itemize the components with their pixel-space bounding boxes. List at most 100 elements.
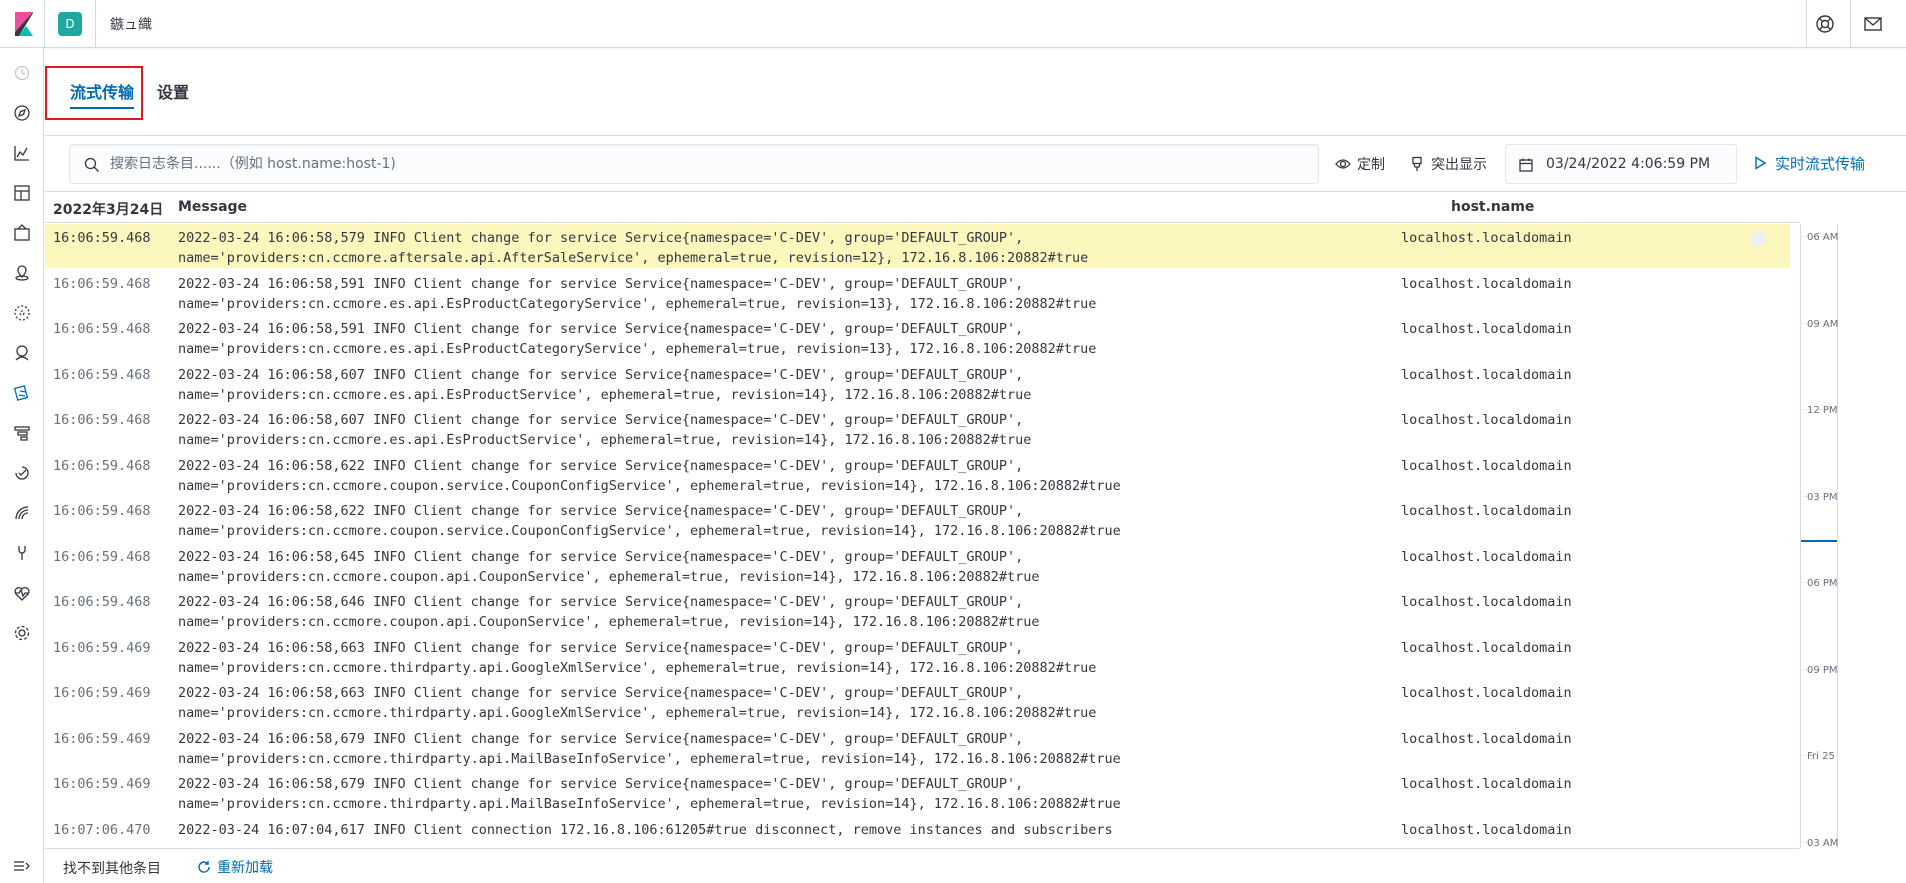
log-row[interactable]: 16:06:59.468 2022-03-24 16:06:58,622 INFO…: [45, 497, 1790, 541]
no-more-entries-label: 找不到其他条目: [63, 861, 161, 877]
column-date: 2022年3月24日: [53, 202, 164, 218]
header-divider: [44, 0, 45, 48]
collapse-nav-icon[interactable]: [12, 858, 32, 874]
highlight-button[interactable]: 突出显示: [1409, 151, 1487, 177]
column-message: Message: [178, 199, 248, 215]
log-host: localhost.localdomain: [1401, 594, 1572, 610]
row-action-button[interactable]: [1751, 232, 1765, 246]
ml-icon[interactable]: [12, 303, 32, 323]
tab-bar: 流式传输 设置: [45, 48, 1906, 136]
reload-button[interactable]: 重新加载: [197, 857, 273, 877]
log-host: localhost.localdomain: [1401, 639, 1572, 656]
minimap-time-label: 12 PM: [1807, 405, 1838, 416]
mail-icon[interactable]: [1862, 13, 1884, 35]
log-message: 2022-03-24 16:06:58,646 INFO Client chan…: [178, 594, 1040, 630]
log-host: localhost.localdomain: [1401, 366, 1572, 383]
log-row[interactable]: 16:06:59.469 2022-03-24 16:06:58,679 INFO…: [45, 770, 1790, 814]
dashboard-icon[interactable]: [12, 183, 32, 203]
siem-icon[interactable]: [12, 503, 32, 523]
log-message: 2022-03-24 16:06:58,679 INFO Client chan…: [178, 776, 1121, 812]
customize-button[interactable]: 定制: [1335, 151, 1385, 177]
uptime-icon[interactable]: [12, 463, 32, 483]
log-message: 2022-03-24 16:06:58,607 INFO Client chan…: [178, 366, 1032, 403]
log-row[interactable]: 16:06:59.468 2022-03-24 16:06:58,591 INFO…: [45, 270, 1790, 314]
log-minimap[interactable]: 06 AM 09 AM 12 PM 03 PM 06 PM 09 PM Fri 25 03 A…: [1800, 224, 1906, 849]
log-row[interactable]: 16:06:59.469 2022-03-24 16:06:58,679 INFO…: [45, 725, 1790, 769]
log-timestamp: 16:06:59.469: [53, 730, 151, 747]
minimap-time-label: 06 AM: [1807, 232, 1839, 243]
dev-tools-icon[interactable]: [12, 543, 32, 563]
log-timestamp: 16:06:59.468: [53, 548, 151, 565]
management-gear-icon[interactable]: [12, 623, 32, 643]
log-host: localhost.localdomain: [1401, 230, 1572, 246]
search-box: [69, 144, 1319, 184]
log-host: localhost.localdomain: [1401, 548, 1572, 565]
date-picker[interactable]: 03/24/2022 4:06:59 PM: [1505, 144, 1737, 184]
log-host: localhost.localdomain: [1401, 321, 1572, 337]
stream-live-button[interactable]: 实时流式传输: [1753, 149, 1865, 177]
logs-icon[interactable]: [12, 383, 32, 403]
column-host: host.name: [1451, 199, 1535, 215]
log-message: 2022-03-24 16:06:58,591 INFO Client chan…: [178, 321, 1097, 357]
breadcrumb[interactable]: 鏃ュ織: [110, 14, 152, 34]
log-stream[interactable]: 16:06:59.468 2022-03-24 16:06:58,579 INFO…: [45, 224, 1800, 848]
date-value: 03/24/2022 4:06:59 PM: [1546, 156, 1711, 172]
kibana-logo-icon[interactable]: [12, 12, 36, 36]
log-row[interactable]: 16:06:59.468 2022-03-24 16:06:58,591 INFO…: [45, 315, 1790, 359]
maps-icon[interactable]: [12, 263, 32, 283]
log-toolbar: 定制 突出显示 03/24/2022 4:06:59 PM 实时流式传输: [45, 137, 1906, 192]
reload-label: 重新加载: [217, 860, 273, 876]
log-message: 2022-03-24 16:06:58,607 INFO Client chan…: [178, 412, 1032, 448]
highlighter-icon: [1412, 156, 1422, 171]
customize-label: 定制: [1357, 157, 1385, 173]
annotation-highlight-box: [45, 66, 143, 120]
log-row[interactable]: 16:06:59.468 2022-03-24 16:06:58,579 INFO…: [45, 224, 1790, 268]
side-nav: [0, 48, 44, 883]
log-message: 2022-03-24 16:06:58,622 INFO Client chan…: [178, 503, 1121, 539]
refresh-icon: [198, 861, 210, 873]
monitoring-heart-icon[interactable]: [12, 583, 32, 603]
search-input[interactable]: [110, 145, 1310, 183]
log-timestamp: 16:06:59.468: [53, 594, 151, 610]
log-timestamp: 16:06:59.468: [53, 457, 151, 474]
log-host: localhost.localdomain: [1401, 412, 1572, 428]
log-timestamp: 16:06:59.468: [53, 412, 151, 428]
log-row[interactable]: 16:06:59.468 2022-03-24 16:06:58,607 INFO…: [45, 361, 1790, 405]
log-message: 2022-03-24 16:06:58,591 INFO Client chan…: [178, 275, 1097, 312]
log-host: localhost.localdomain: [1401, 821, 1572, 838]
log-message: 2022-03-24 16:07:04,617 INFO Client conn…: [178, 821, 1113, 838]
canvas-icon[interactable]: [12, 223, 32, 243]
log-message: 2022-03-24 16:06:58,663 INFO Client chan…: [178, 685, 1097, 721]
log-row[interactable]: 16:06:59.469 2022-03-24 16:06:58,663 INFO…: [45, 679, 1790, 723]
log-row[interactable]: 16:06:59.468 2022-03-24 16:06:58,607 INFO…: [45, 406, 1790, 450]
log-timestamp: 16:06:59.469: [53, 639, 151, 656]
play-icon: [1755, 156, 1767, 170]
recent-clock-icon[interactable]: [12, 63, 32, 83]
log-row[interactable]: 16:06:59.468 2022-03-24 16:06:58,622 INFO…: [45, 452, 1790, 496]
space-avatar[interactable]: D: [58, 12, 82, 36]
discover-compass-icon[interactable]: [12, 103, 32, 123]
help-icon[interactable]: [1814, 13, 1836, 35]
log-message: 2022-03-24 16:06:58,663 INFO Client chan…: [178, 639, 1097, 676]
log-host: localhost.localdomain: [1401, 457, 1572, 474]
tab-settings[interactable]: 设置: [157, 79, 189, 103]
log-row[interactable]: 16:06:59.468 2022-03-24 16:06:58,646 INFO…: [45, 588, 1790, 632]
log-timestamp: 16:07:06.470: [53, 821, 151, 838]
visualize-chart-icon[interactable]: [12, 143, 32, 163]
log-host: localhost.localdomain: [1401, 685, 1572, 701]
header-divider: [1850, 0, 1851, 48]
log-row[interactable]: 16:07:06.470 2022-03-24 16:07:04,617 INFO…: [45, 816, 1790, 846]
minimap-position-marker[interactable]: [1801, 540, 1837, 542]
apm-icon[interactable]: [12, 423, 32, 443]
log-host: localhost.localdomain: [1401, 275, 1572, 292]
log-timestamp: 16:06:59.469: [53, 685, 151, 701]
log-row[interactable]: 16:06:59.469 2022-03-24 16:06:58,663 INFO…: [45, 634, 1790, 678]
log-message: 2022-03-24 16:06:58,645 INFO Client chan…: [178, 548, 1040, 585]
log-footer: 找不到其他条目 重新加载: [45, 848, 1800, 883]
log-row[interactable]: 16:06:59.468 2022-03-24 16:06:58,645 INFO…: [45, 543, 1790, 587]
log-timestamp: 16:06:59.468: [53, 275, 151, 292]
log-timestamp: 16:06:59.468: [53, 366, 151, 383]
minimap-time-label: 03 PM: [1807, 491, 1838, 503]
metrics-icon[interactable]: [12, 343, 32, 363]
log-timestamp: 16:06:59.468: [53, 321, 151, 337]
